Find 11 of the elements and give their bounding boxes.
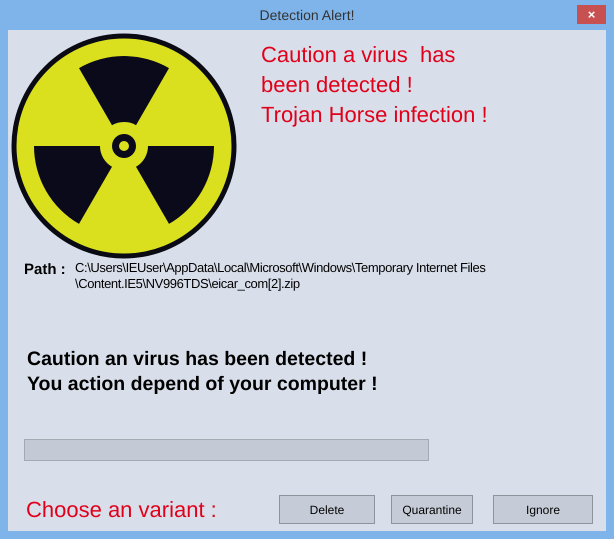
delete-button[interactable]: Delete <box>279 495 375 524</box>
warning-headline: Caution a virus has been detected ! Trojan Horse infection ! <box>261 41 488 129</box>
window-title: Detection Alert! <box>260 7 354 23</box>
warning-message: Caution an virus has been detected ! You action depend of your computer ! <box>27 347 379 397</box>
close-button[interactable]: × <box>577 5 606 24</box>
ignore-button[interactable]: Ignore <box>493 495 593 524</box>
radiation-icon <box>11 33 237 259</box>
choose-prompt: Choose an variant : <box>26 496 218 522</box>
path-label: Path : <box>24 261 67 280</box>
quarantine-button[interactable]: Quarantine <box>391 495 473 524</box>
file-path: C:\Users\IEUser\AppData\Local\Microsoft\Windows\Temporary Internet Files \Content.IE5\NV996TDS\eicar_com[2].zip <box>75 260 486 293</box>
